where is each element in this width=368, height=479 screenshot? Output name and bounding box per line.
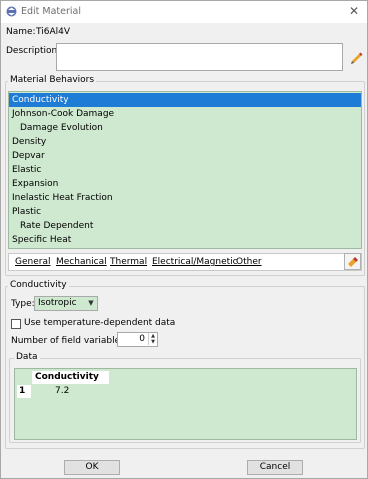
material-behaviors-title: Material Behaviors: [8, 75, 97, 85]
behavior-item-johnson-cook-damage[interactable]: Johnson-Cook Damage: [9, 107, 361, 121]
spin-down-icon[interactable]: ▼: [148, 339, 157, 345]
behavior-item-plastic[interactable]: Plastic: [9, 205, 361, 219]
type-select-value: Isotropic: [38, 298, 77, 308]
name-label: Name:: [6, 27, 36, 37]
field-variables-spinbox[interactable]: 0 ▲ ▼: [117, 332, 158, 347]
behavior-item-density[interactable]: Density: [9, 135, 361, 149]
menu-mechanical[interactable]: Mechanical: [56, 257, 107, 267]
behavior-item-depvar[interactable]: Depvar: [9, 149, 361, 163]
field-variables-value: 0: [139, 334, 145, 344]
ok-button[interactable]: OK: [64, 460, 120, 475]
chevron-down-icon: ▼: [88, 299, 94, 307]
behavior-item-damage-evolution[interactable]: Damage Evolution: [9, 121, 361, 135]
table-cell[interactable]: 7.2: [32, 385, 109, 398]
data-title: Data: [14, 352, 40, 362]
type-select[interactable]: Isotropic ▼: [34, 296, 98, 311]
behavior-item-expansion[interactable]: Expansion: [9, 177, 361, 191]
menu-general[interactable]: General: [15, 257, 50, 267]
behavior-list[interactable]: Conductivity Johnson-Cook Damage Damage …: [8, 91, 362, 249]
window-title: Edit Material: [21, 6, 82, 17]
field-variables-label: Number of field variables:: [11, 336, 128, 346]
title-bar[interactable]: Edit Material ✕: [1, 1, 367, 23]
description-label: Description:: [6, 46, 61, 56]
behavior-item-conductivity[interactable]: Conductivity: [9, 93, 361, 107]
menu-electrical-magnetic[interactable]: Electrical/Magnetic: [152, 257, 238, 267]
type-label: Type:: [11, 299, 35, 309]
close-icon[interactable]: ✕: [347, 4, 361, 18]
menu-thermal[interactable]: Thermal: [110, 257, 147, 267]
row-number[interactable]: 1: [17, 385, 31, 398]
behavior-item-elastic[interactable]: Elastic: [9, 163, 361, 177]
eraser-icon: [348, 257, 358, 267]
temperature-dependent-label: Use temperature-dependent data: [24, 318, 176, 328]
material-name: Ti6Al4V: [36, 27, 70, 37]
behavior-item-inelastic-heat-fraction[interactable]: Inelastic Heat Fraction: [9, 191, 361, 205]
temperature-dependent-checkbox[interactable]: [11, 319, 21, 329]
cancel-button[interactable]: Cancel: [247, 460, 303, 475]
menu-other[interactable]: Other: [236, 257, 262, 267]
edit-pencil-icon[interactable]: [349, 50, 363, 64]
edit-material-dialog: Edit Material ✕ Name: Ti6Al4V Descriptio…: [0, 0, 368, 479]
description-field[interactable]: [56, 43, 343, 71]
app-icon: [6, 6, 17, 17]
column-header-conductivity[interactable]: Conductivity: [32, 371, 109, 384]
conductivity-title: Conductivity: [8, 280, 69, 290]
delete-behavior-button[interactable]: [344, 253, 361, 270]
data-table[interactable]: Conductivity 1 7.2: [14, 368, 357, 440]
behavior-item-specific-heat[interactable]: Specific Heat: [9, 233, 361, 247]
behavior-menu-bar: General Mechanical Thermal Electrical/Ma…: [8, 253, 362, 271]
behavior-item-rate-dependent[interactable]: Rate Dependent: [9, 219, 361, 233]
